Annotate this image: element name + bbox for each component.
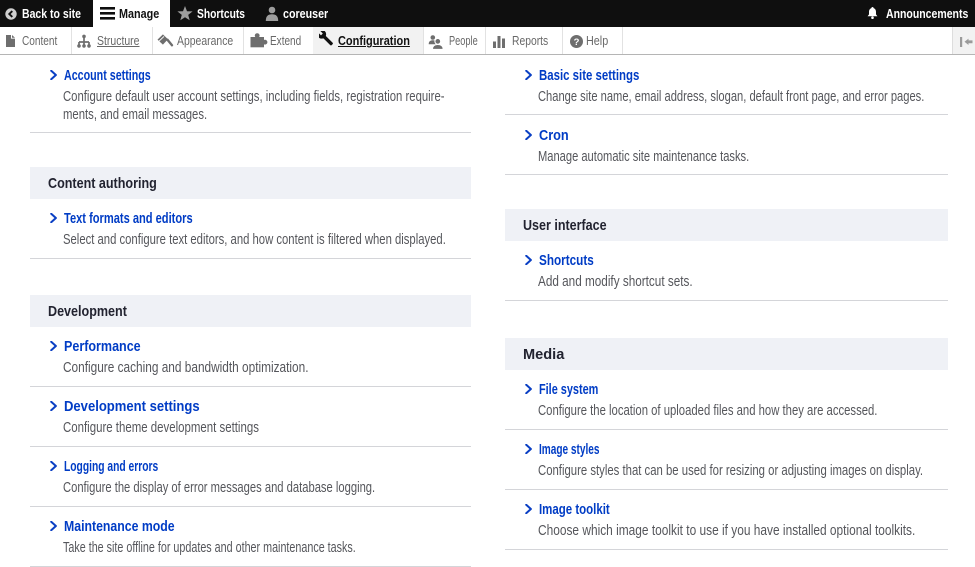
- svg-text:?: ?: [573, 36, 579, 47]
